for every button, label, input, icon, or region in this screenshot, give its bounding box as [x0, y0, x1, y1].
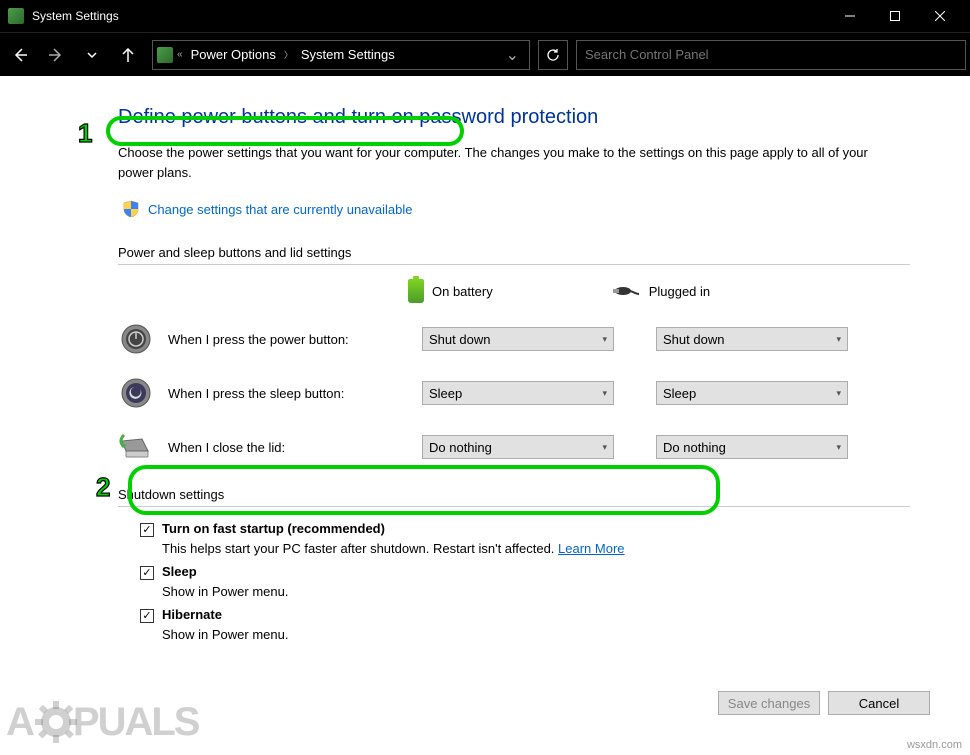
back-button[interactable]: [4, 39, 36, 71]
address-bar[interactable]: « Power Options 〉 System Settings ⌄: [152, 40, 530, 70]
watermark-logo: A PUALS: [6, 699, 198, 745]
up-button[interactable]: [112, 39, 144, 71]
sleep-icon: [118, 375, 154, 411]
page-title: Define power buttons and turn on passwor…: [118, 106, 910, 129]
sleep-button-label: When I press the sleep button:: [168, 386, 408, 401]
address-dropdown-button[interactable]: ⌄: [500, 45, 525, 65]
power-button-row: When I press the power button: Shut down…: [118, 321, 910, 357]
hibernate-option-row: Hibernate: [140, 607, 910, 623]
divider: [118, 264, 910, 265]
on-battery-label: On battery: [432, 284, 493, 299]
battery-icon: [408, 279, 424, 303]
hibernate-option-desc: Show in Power menu.: [162, 627, 910, 642]
change-settings-link[interactable]: Change settings that are currently unava…: [118, 196, 423, 222]
sleep-option-label: Sleep: [162, 564, 197, 579]
fast-startup-checkbox[interactable]: [140, 523, 154, 537]
sleep-button-plugged-dropdown[interactable]: Sleep▾: [656, 381, 848, 405]
column-headers: On battery Plugged in: [118, 279, 910, 303]
shutdown-settings-section: Shutdown settings Turn on fast startup (…: [118, 487, 910, 642]
change-settings-link-label: Change settings that are currently unava…: [148, 202, 413, 217]
save-changes-button[interactable]: Save changes: [718, 691, 820, 715]
breadcrumb-power-options[interactable]: Power Options: [187, 47, 280, 62]
page-description: Choose the power settings that you want …: [118, 143, 898, 182]
close-lid-label: When I close the lid:: [168, 440, 408, 455]
close-lid-battery-dropdown[interactable]: Do nothing▾: [422, 435, 614, 459]
section-shutdown-heading: Shutdown settings: [118, 487, 910, 502]
maximize-button[interactable]: [872, 0, 917, 32]
power-button-battery-dropdown[interactable]: Shut down▾: [422, 327, 614, 351]
sleep-checkbox[interactable]: [140, 566, 154, 580]
close-lid-plugged-dropdown[interactable]: Do nothing▾: [656, 435, 848, 459]
fast-startup-desc: This helps start your PC faster after sh…: [162, 541, 910, 556]
refresh-button[interactable]: [538, 40, 568, 70]
close-button[interactable]: [917, 0, 962, 32]
chevron-down-icon: ▾: [602, 334, 607, 345]
breadcrumb-system-settings[interactable]: System Settings: [297, 47, 399, 62]
hibernate-checkbox[interactable]: [140, 609, 154, 623]
sleep-button-battery-dropdown[interactable]: Sleep▾: [422, 381, 614, 405]
sleep-button-row: When I press the sleep button: Sleep▾ Sl…: [118, 375, 910, 411]
app-icon: [8, 8, 24, 24]
window-titlebar: System Settings: [0, 0, 970, 32]
chevron-down-icon: ▾: [836, 388, 841, 399]
search-input[interactable]: [576, 40, 966, 70]
chevron-down-icon: ▾: [836, 442, 841, 453]
fast-startup-label: Turn on fast startup (recommended): [162, 521, 385, 536]
minimize-button[interactable]: [827, 0, 872, 32]
plug-icon: [613, 284, 641, 298]
learn-more-link[interactable]: Learn More: [558, 541, 624, 556]
divider: [118, 506, 910, 507]
sleep-option-desc: Show in Power menu.: [162, 584, 910, 599]
hibernate-option-label: Hibernate: [162, 607, 222, 622]
window-controls: [827, 0, 962, 32]
annotation-badge-2: 2: [96, 472, 110, 503]
cancel-button[interactable]: Cancel: [828, 691, 930, 715]
plugged-in-label: Plugged in: [649, 284, 710, 299]
content-pane: Define power buttons and turn on passwor…: [0, 76, 970, 642]
chevron-down-icon: ▾: [836, 334, 841, 345]
chevron-right-icon[interactable]: 〉: [284, 48, 293, 61]
chevron-down-icon: ▾: [602, 388, 607, 399]
section-power-sleep-heading: Power and sleep buttons and lid settings: [118, 245, 910, 260]
fast-startup-row: Turn on fast startup (recommended): [140, 521, 910, 537]
chevron-down-icon: ▾: [602, 442, 607, 453]
plugged-in-header: Plugged in: [613, 284, 710, 299]
dialog-buttons: Save changes Cancel: [718, 691, 930, 715]
laptop-lid-icon: [118, 429, 154, 465]
attribution-text: wsxdn.com: [907, 739, 962, 751]
power-button-label: When I press the power button:: [168, 332, 408, 347]
sleep-option-row: Sleep: [140, 564, 910, 580]
shield-icon: [122, 200, 140, 218]
power-icon: [118, 321, 154, 357]
breadcrumb-root-chevron[interactable]: «: [177, 49, 183, 60]
location-icon: [157, 47, 173, 63]
gear-icon: [33, 699, 79, 745]
power-button-plugged-dropdown[interactable]: Shut down▾: [656, 327, 848, 351]
on-battery-header: On battery: [408, 279, 493, 303]
recent-locations-button[interactable]: [76, 39, 108, 71]
window-title: System Settings: [32, 9, 819, 23]
navigation-toolbar: « Power Options 〉 System Settings ⌄: [0, 32, 970, 76]
forward-button[interactable]: [40, 39, 72, 71]
annotation-badge-1: 1: [78, 118, 92, 149]
close-lid-row: When I close the lid: Do nothing▾ Do not…: [118, 429, 910, 465]
